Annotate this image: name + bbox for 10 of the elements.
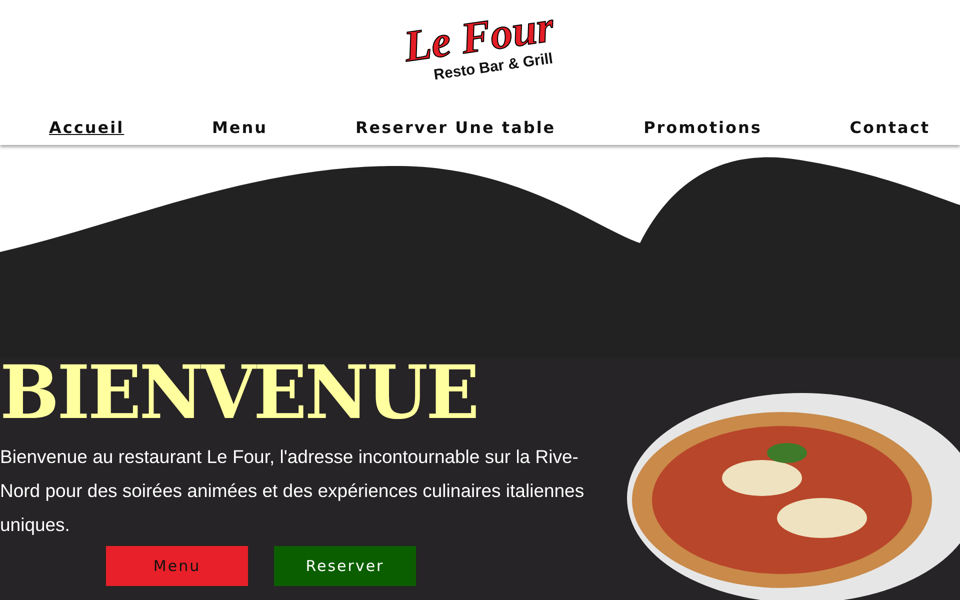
nav-link[interactable]: Accueil <box>49 118 124 137</box>
nav-link[interactable]: Promotions <box>644 118 762 137</box>
nav-link[interactable]: Menu <box>212 118 268 137</box>
hero-heading: BIENVENUE <box>0 356 478 430</box>
hero-button[interactable]: Reserver <box>274 546 416 586</box>
hero-text: Bienvenue au restaurant Le Four, l'adresse incontournable sur la Rive-Nord pour des soirées animées et des expériences culinaires italiennes uniques. <box>0 445 586 537</box>
nav-link[interactable]: Reserver Une table <box>355 118 556 137</box>
logo[interactable]: Le Four Resto Bar & Grill <box>401 4 559 88</box>
nav-link[interactable]: Contact <box>850 118 930 137</box>
hero-button[interactable]: Menu <box>106 546 248 586</box>
